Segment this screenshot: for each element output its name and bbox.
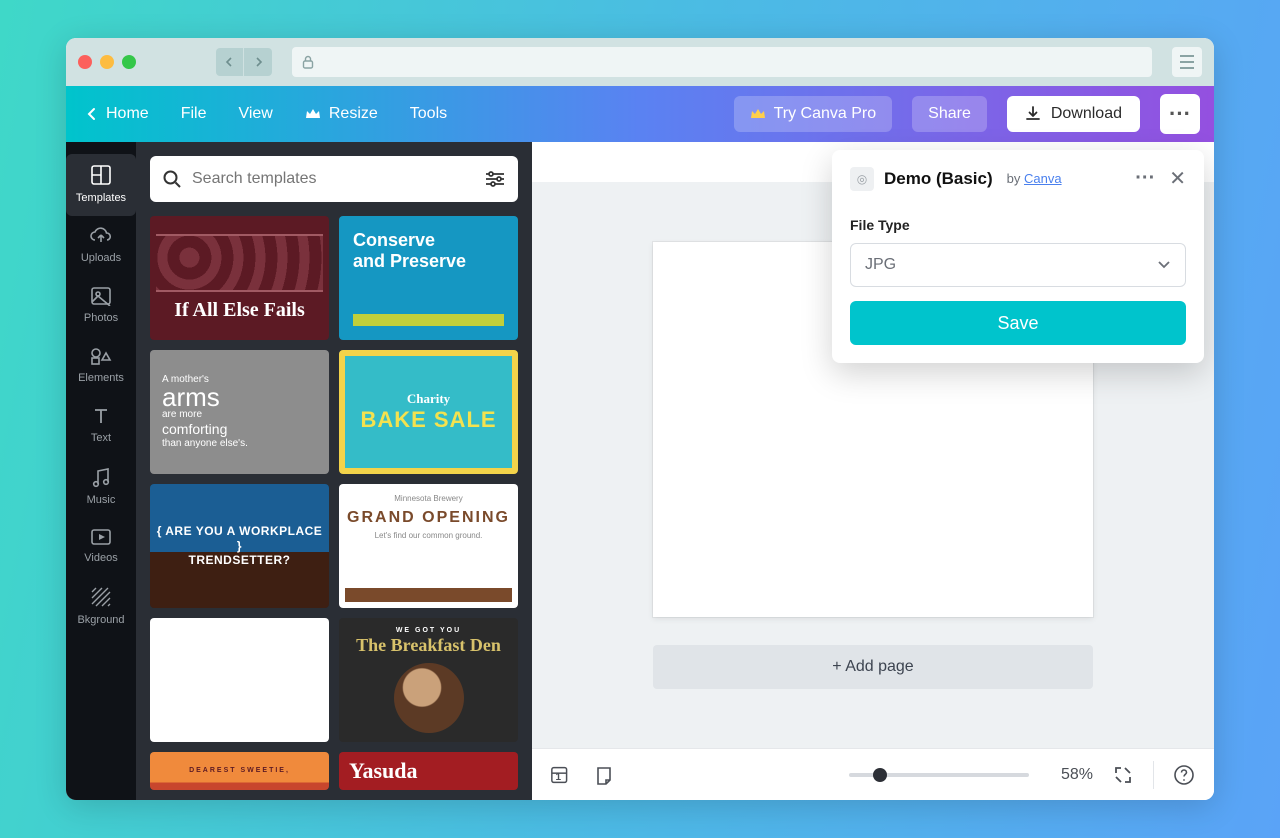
nav-back-button[interactable] <box>216 48 244 76</box>
share-button[interactable]: Share <box>912 96 987 132</box>
rail-text[interactable]: Text <box>66 396 136 456</box>
search-field[interactable] <box>150 156 518 202</box>
zoom-slider-thumb[interactable] <box>873 768 887 782</box>
template-thumb[interactable]: Minnesota Brewery GRAND OPENING Let's fi… <box>339 484 518 608</box>
image-icon <box>90 286 112 306</box>
canvas-area: + Add page ◎ Demo (Basic) by Canva ··· <box>532 142 1214 800</box>
note-icon <box>594 765 614 785</box>
chevron-right-icon <box>253 57 263 67</box>
vendor-logo-icon: ◎ <box>850 167 874 191</box>
save-button[interactable]: Save <box>850 301 1186 345</box>
try-pro-button[interactable]: Try Canva Pro <box>734 96 893 132</box>
notes-button[interactable] <box>592 763 616 787</box>
rail-uploads[interactable]: Uploads <box>66 216 136 276</box>
sliders-icon[interactable] <box>484 169 506 189</box>
template-thumb[interactable] <box>150 618 329 742</box>
menu-tools[interactable]: Tools <box>404 97 453 131</box>
crown-icon <box>750 107 766 121</box>
menu-file[interactable]: File <box>175 97 213 131</box>
search-icon <box>162 169 182 189</box>
ellipsis-icon: ··· <box>1169 101 1191 127</box>
zoom-value: 58% <box>1047 766 1093 784</box>
pages-grid-button[interactable]: 1 <box>550 763 574 787</box>
browser-chrome <box>66 38 1214 86</box>
cloud-upload-icon <box>89 226 113 246</box>
template-thumb[interactable]: Charity BAKE SALE <box>339 350 518 474</box>
menu-resize[interactable]: Resize <box>299 97 384 131</box>
zoom-slider[interactable] <box>849 773 1029 777</box>
ellipsis-icon[interactable]: ··· <box>1135 167 1155 190</box>
music-icon <box>91 466 111 488</box>
close-window-dot[interactable] <box>78 55 92 69</box>
templates-icon <box>90 164 112 186</box>
texture-icon <box>90 586 112 608</box>
file-type-label: File Type <box>850 217 1186 233</box>
template-thumb[interactable]: DEAREST SWEETIE, <box>150 752 329 790</box>
help-button[interactable] <box>1172 763 1196 787</box>
expand-icon <box>1114 766 1132 784</box>
chevron-left-icon <box>86 107 98 121</box>
rail-templates[interactable]: Templates <box>66 154 136 216</box>
close-icon[interactable]: ✕ <box>1169 166 1186 191</box>
chevron-down-icon <box>1157 260 1171 270</box>
templates-panel: If All Else Fails Conserveand Preserve A… <box>136 142 532 800</box>
help-icon <box>1173 764 1195 786</box>
download-icon <box>1025 106 1041 122</box>
rail-videos[interactable]: Videos <box>66 518 136 576</box>
url-bar[interactable] <box>292 47 1152 77</box>
menu-view[interactable]: View <box>232 97 278 131</box>
vendor-link[interactable]: Canva <box>1024 171 1062 186</box>
download-popover: ◎ Demo (Basic) by Canva ··· ✕ File Type <box>832 150 1204 363</box>
template-thumb[interactable]: If All Else Fails <box>150 216 329 340</box>
app-topbar: Home File View Resize Tools Try Canva Pr… <box>66 86 1214 142</box>
template-thumb[interactable]: WE GOT YOU The Breakfast Den <box>339 618 518 742</box>
popover-byline: by Canva <box>1007 171 1062 186</box>
app-window: Home File View Resize Tools Try Canva Pr… <box>66 38 1214 800</box>
fullscreen-button[interactable] <box>1111 763 1135 787</box>
zoom-window-dot[interactable] <box>122 55 136 69</box>
text-icon <box>91 406 111 426</box>
crown-icon <box>305 107 321 121</box>
minimize-window-dot[interactable] <box>100 55 114 69</box>
rail-background[interactable]: Bkground <box>66 576 136 638</box>
window-controls <box>78 55 136 69</box>
chevron-left-icon <box>225 57 235 67</box>
file-type-select[interactable]: JPG <box>850 243 1186 287</box>
templates-grid: If All Else Fails Conserveand Preserve A… <box>150 216 518 800</box>
rail-elements[interactable]: Elements <box>66 336 136 396</box>
nav-buttons <box>216 48 272 76</box>
add-page-button[interactable]: + Add page <box>653 645 1093 689</box>
file-type-value: JPG <box>865 256 896 274</box>
template-thumb[interactable]: A mother's arms are more comforting than… <box>150 350 329 474</box>
template-thumb[interactable]: { ARE YOU A WORKPLACE } TRENDSETTER? <box>150 484 329 608</box>
template-thumb[interactable]: Conserveand Preserve <box>339 216 518 340</box>
template-thumb[interactable]: Yasuda <box>339 752 518 790</box>
popover-title: Demo (Basic) <box>884 169 993 189</box>
home-label: Home <box>106 105 149 123</box>
page-count: 1 <box>555 772 561 783</box>
nav-forward-button[interactable] <box>244 48 272 76</box>
lock-icon <box>302 55 314 69</box>
rail-music[interactable]: Music <box>66 456 136 518</box>
rail-photos[interactable]: Photos <box>66 276 136 336</box>
shapes-icon <box>89 346 113 366</box>
search-input[interactable] <box>192 170 474 188</box>
browser-menu-button[interactable] <box>1172 47 1202 77</box>
home-button[interactable]: Home <box>80 97 155 131</box>
video-icon <box>90 528 112 546</box>
more-button[interactable]: ··· <box>1160 94 1200 134</box>
side-rail: Templates Uploads Photos Elements Text <box>66 142 136 800</box>
status-bar: 1 58% <box>532 748 1214 800</box>
download-button[interactable]: Download <box>1007 96 1140 132</box>
